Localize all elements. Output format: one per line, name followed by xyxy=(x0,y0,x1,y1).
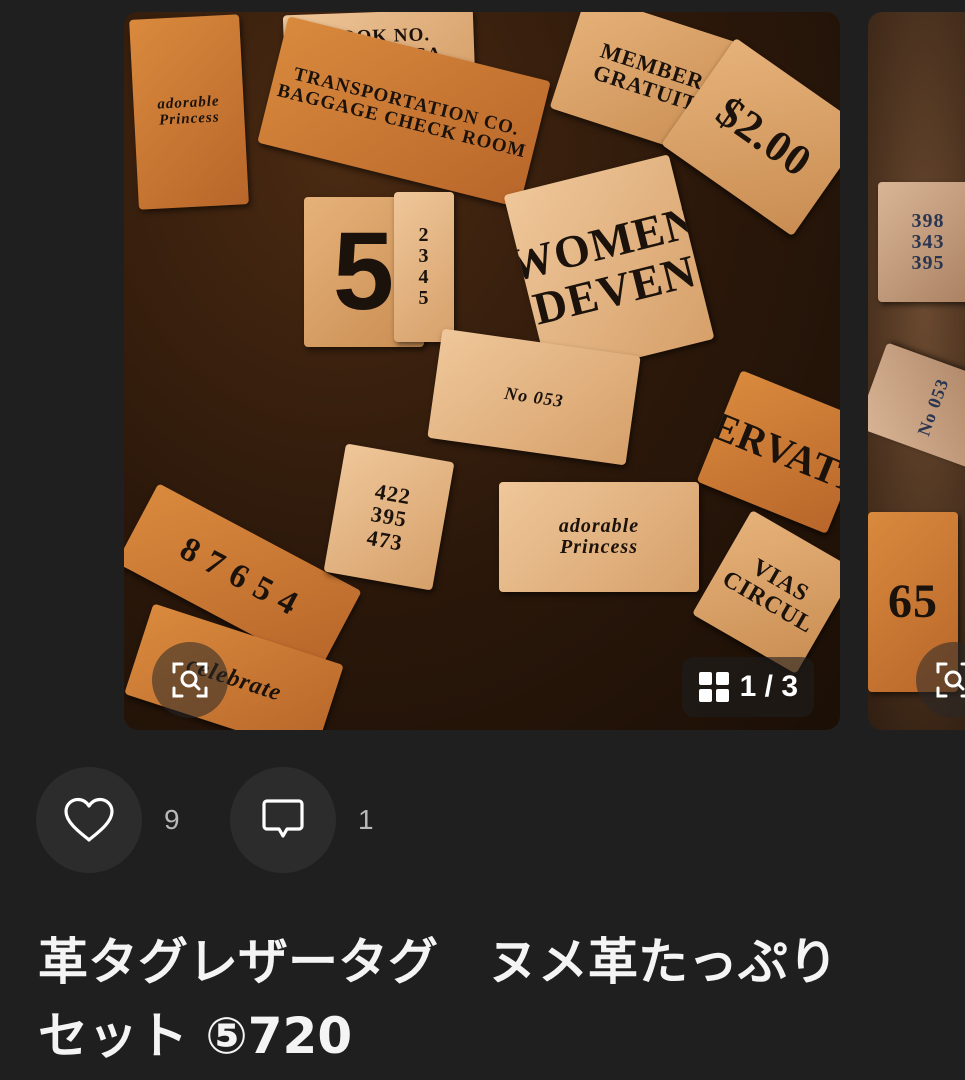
photo-tag: adorable Princess xyxy=(499,482,699,592)
comment-button[interactable] xyxy=(230,767,336,873)
like-count: 9 xyxy=(164,804,180,835)
comment-bubble-icon xyxy=(262,799,304,838)
photo-tag: 422 395 473 xyxy=(323,443,455,591)
product-title: 革タグレザータグ ヌメ革たっぷり セット ⑤720 xyxy=(38,933,838,1065)
image-counter-text: 1 / 3 xyxy=(739,670,798,703)
zoom-search-icon xyxy=(936,662,965,698)
zoom-search-icon xyxy=(172,662,208,698)
image-counter-badge[interactable]: 1 / 3 xyxy=(681,657,814,717)
image-carousel[interactable]: BOOK NO. CLASSIFICA TRANSPORTATION CO. B… xyxy=(0,0,965,740)
grid-icon xyxy=(698,672,729,702)
photo-tag: 2 3 4 5 xyxy=(394,192,454,342)
photo-tag: 398 343 395 xyxy=(878,182,965,302)
product-image-1[interactable]: BOOK NO. CLASSIFICA TRANSPORTATION CO. B… xyxy=(124,12,840,730)
heart-icon xyxy=(64,797,114,842)
like-button[interactable] xyxy=(36,767,142,873)
photo-tag: adorable Princess xyxy=(129,14,249,210)
zoom-button[interactable] xyxy=(152,642,228,718)
action-row: 9 1 xyxy=(36,765,398,875)
product-image-2[interactable]: 398 343 395 No 053 65 xyxy=(868,12,965,730)
comment-count: 1 xyxy=(358,804,374,835)
product-page: BOOK NO. CLASSIFICA TRANSPORTATION CO. B… xyxy=(0,0,965,1080)
